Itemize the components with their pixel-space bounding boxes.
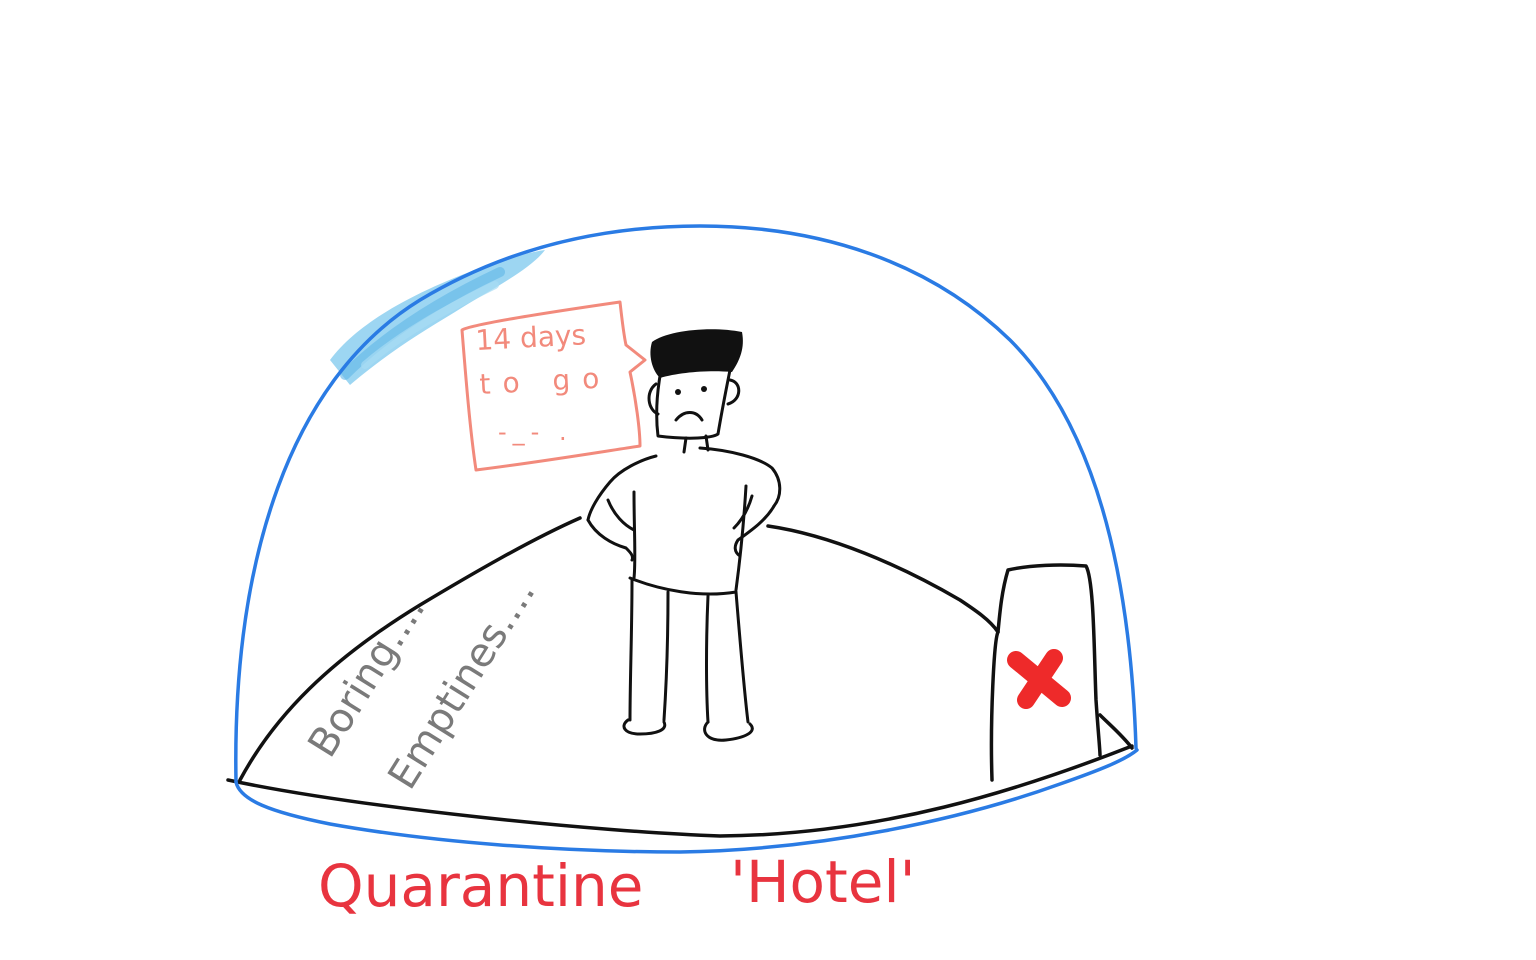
bubble-line-1: 14 days — [475, 318, 587, 357]
quarantine-hotel-drawing: 14 days to go -_- . Boring.... Emptines.… — [226, 224, 1139, 920]
bubble-face: -_- . — [498, 418, 573, 446]
first-aid-cabinet — [989, 563, 1102, 782]
red-cross-icon — [1007, 649, 1071, 709]
caption-hotel: 'Hotel' — [730, 848, 916, 916]
caption-quarantine: Quarantine — [318, 852, 643, 920]
sad-person — [586, 329, 782, 742]
glass-dome — [234, 224, 1139, 854]
speech-bubble: 14 days to go -_- . — [460, 300, 647, 472]
bubble-line-2: to go — [479, 361, 612, 401]
